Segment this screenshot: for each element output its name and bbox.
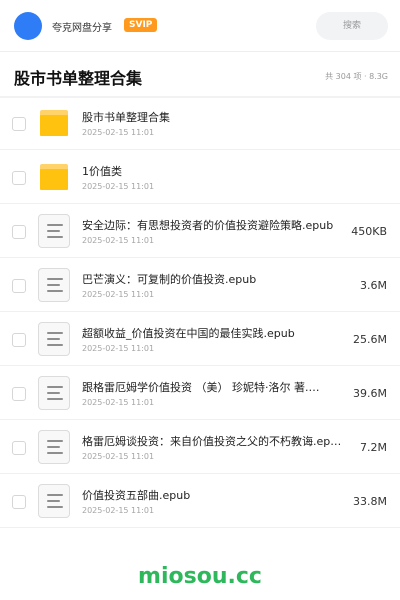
folder-titlebar: 股市书单整理合集 共 304 项 · 8.3G	[0, 52, 400, 98]
file-name[interactable]: 安全边际：有思想投资者的价值投资避险策略.epub	[82, 217, 344, 233]
file-name[interactable]: 1价值类	[82, 163, 344, 179]
row-checkbox[interactable]	[12, 441, 26, 455]
file-row[interactable]: 跟格雷厄姆学价值投资 （美） 珍妮特·洛尔 著.… 2025-02-15 11:0…	[0, 366, 400, 420]
brand-name: 夸克网盘分享	[52, 23, 112, 34]
item-count: 共 304 项 · 8.3G	[325, 72, 388, 81]
row-checkbox[interactable]	[12, 225, 26, 239]
document-icon	[38, 322, 70, 356]
file-name[interactable]: 巴芒演义：可复制的价值投资.epub	[82, 271, 344, 287]
file-name[interactable]: 跟格雷厄姆学价值投资 （美） 珍妮特·洛尔 著.…	[82, 379, 344, 395]
app-header: 夸克网盘分享 SVIP 搜索	[0, 0, 400, 52]
document-icon	[38, 214, 70, 248]
file-date: 2025-02-15 11:01	[82, 398, 155, 407]
file-size: 39.6M	[353, 387, 387, 400]
document-icon	[38, 268, 70, 302]
folder-icon	[40, 110, 68, 136]
avatar[interactable]	[14, 12, 42, 40]
row-checkbox[interactable]	[12, 333, 26, 347]
file-name[interactable]: 股市书单整理合集	[82, 109, 344, 125]
file-name[interactable]: 格雷厄姆谈投资：来自价值投资之父的不朽教诲.epub	[82, 433, 344, 449]
file-row[interactable]: 安全边际：有思想投资者的价值投资避险策略.epub 2025-02-15 11:0…	[0, 204, 400, 258]
document-icon	[38, 376, 70, 410]
folder-icon	[40, 164, 68, 190]
row-checkbox[interactable]	[12, 495, 26, 509]
document-icon	[38, 430, 70, 464]
row-checkbox[interactable]	[12, 279, 26, 293]
file-name[interactable]: 超额收益_价值投资在中国的最佳实践.epub	[82, 325, 344, 341]
file-size: 3.6M	[360, 279, 387, 292]
file-row[interactable]: 巴芒演义：可复制的价值投资.epub 2025-02-15 11:01 3.6M	[0, 258, 400, 312]
file-date: 2025-02-15 11:01	[82, 182, 155, 191]
page-title: 股市书单整理合集	[14, 69, 143, 88]
file-date: 2025-02-15 11:01	[82, 344, 155, 353]
row-checkbox[interactable]	[12, 117, 26, 131]
watermark: miosou.cc	[138, 564, 262, 589]
file-date: 2025-02-15 11:01	[82, 128, 155, 137]
file-size: 33.8M	[353, 495, 387, 508]
file-size: 450KB	[351, 225, 387, 238]
file-row[interactable]: 价值投资五部曲.epub 2025-02-15 11:01 33.8M	[0, 474, 400, 528]
search-input[interactable]: 搜索	[316, 12, 388, 40]
row-checkbox[interactable]	[12, 387, 26, 401]
file-date: 2025-02-15 11:01	[82, 290, 155, 299]
file-size: 25.6M	[353, 333, 387, 346]
file-row[interactable]: 超额收益_价值投资在中国的最佳实践.epub 2025-02-15 11:01 25…	[0, 312, 400, 366]
svip-badge: SVIP	[124, 18, 158, 32]
file-date: 2025-02-15 11:01	[82, 506, 155, 515]
folder-row[interactable]: 股市书单整理合集 2025-02-15 11:01	[0, 96, 400, 150]
file-date: 2025-02-15 11:01	[82, 452, 155, 461]
folder-row[interactable]: 1价值类 2025-02-15 11:01	[0, 150, 400, 204]
file-size: 7.2M	[360, 441, 387, 454]
row-checkbox[interactable]	[12, 171, 26, 185]
document-icon	[38, 484, 70, 518]
file-date: 2025-02-15 11:01	[82, 236, 155, 245]
file-row[interactable]: 格雷厄姆谈投资：来自价值投资之父的不朽教诲.epub 2025-02-15 11:…	[0, 420, 400, 474]
file-name[interactable]: 价值投资五部曲.epub	[82, 487, 344, 503]
